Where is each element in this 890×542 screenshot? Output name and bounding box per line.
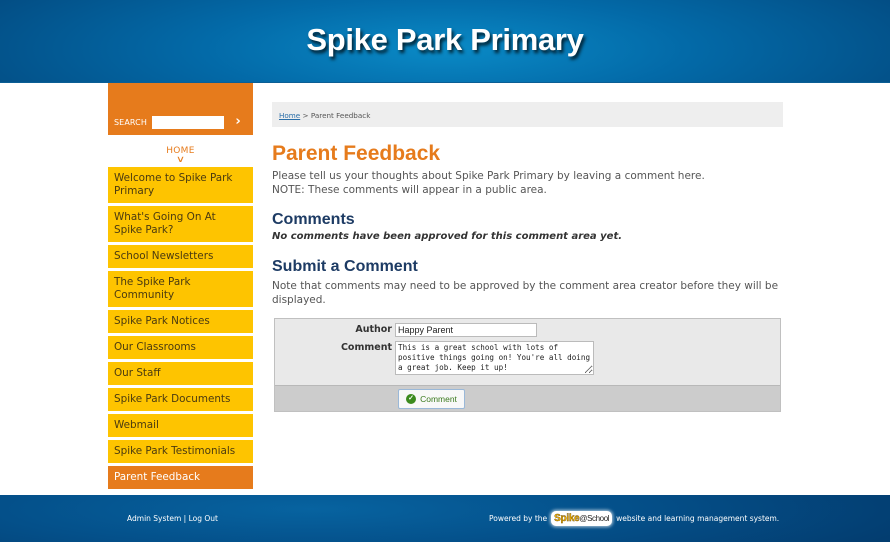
admin-system-link[interactable]: Admin System xyxy=(127,514,181,523)
breadcrumb-current: Parent Feedback xyxy=(310,111,371,120)
footer-links: Admin System | Log Out xyxy=(127,514,218,523)
logo-spike-text: Spike xyxy=(554,512,580,524)
comment-row: Comment This is a great school with lots… xyxy=(275,341,780,375)
sidebar: SEARCH › HOME ∨ Welcome to Spike Park Pr… xyxy=(108,83,253,492)
sidebar-item-notices[interactable]: Spike Park Notices xyxy=(108,310,253,333)
author-row: Author xyxy=(275,323,780,337)
site-footer: Admin System | Log Out Powered by the Sp… xyxy=(0,495,890,542)
submit-note: Note that comments may need to be approv… xyxy=(272,280,779,306)
sidebar-item-parent-feedback[interactable]: Parent Feedback xyxy=(108,466,253,489)
log-out-link[interactable]: Log Out xyxy=(189,514,218,523)
logo-school-text: @School xyxy=(579,513,610,523)
sidebar-item-our-staff[interactable]: Our Staff xyxy=(108,362,253,385)
sidebar-item-school-newsletters[interactable]: School Newsletters xyxy=(108,245,253,268)
spike-at-school-logo[interactable]: Spike @School xyxy=(551,510,613,526)
comments-heading: Comments xyxy=(272,211,355,228)
powered-prefix: Powered by the xyxy=(489,513,548,523)
comment-form: Author Comment This is a great school wi… xyxy=(274,318,781,412)
sidebar-item-testimonials[interactable]: Spike Park Testimonials xyxy=(108,440,253,463)
sidebar-item-whats-going-on[interactable]: What's Going On At Spike Park? xyxy=(108,206,253,242)
main-content: Home > Parent Feedback Parent Feedback P… xyxy=(272,102,783,412)
search-label: SEARCH xyxy=(114,118,147,127)
intro-line-1: Please tell us your thoughts about Spike… xyxy=(272,170,705,182)
submit-comment-heading: Submit a Comment xyxy=(272,258,418,275)
comment-textarea[interactable]: This is a great school with lots of posi… xyxy=(395,341,594,375)
search-box: SEARCH › xyxy=(108,83,253,135)
intro-text: Please tell us your thoughts about Spike… xyxy=(272,169,783,197)
search-input[interactable] xyxy=(152,116,224,129)
form-footer: ✓ Comment xyxy=(275,385,780,411)
breadcrumb: Home > Parent Feedback xyxy=(272,102,783,127)
sidebar-item-documents[interactable]: Spike Park Documents xyxy=(108,388,253,411)
author-label: Author xyxy=(355,324,392,335)
powered-suffix: website and learning management system. xyxy=(616,513,780,523)
no-comments-message: No comments have been approved for this … xyxy=(272,231,623,242)
submit-comment-button[interactable]: ✓ Comment xyxy=(398,389,465,409)
site-title: Spike Park Primary xyxy=(306,22,584,57)
sidebar-item-classrooms[interactable]: Our Classrooms xyxy=(108,336,253,359)
form-body: Author Comment This is a great school wi… xyxy=(275,319,780,385)
comment-label: Comment xyxy=(340,342,392,353)
breadcrumb-home-link[interactable]: Home xyxy=(279,111,300,120)
chevron-down-icon: ∨ xyxy=(175,155,186,165)
footer-separator: | xyxy=(183,514,187,523)
search-submit-chevron-right-icon[interactable]: › xyxy=(232,114,244,130)
intro-line-2: NOTE: These comments will appear in a pu… xyxy=(272,184,547,196)
breadcrumb-separator: > xyxy=(302,111,309,120)
sidebar-item-webmail[interactable]: Webmail xyxy=(108,414,253,437)
sidebar-item-welcome[interactable]: Welcome to Spike Park Primary xyxy=(108,167,253,203)
page-title: Parent Feedback xyxy=(272,142,441,165)
site-header: Spike Park Primary xyxy=(0,0,890,83)
sidebar-nav: Welcome to Spike Park Primary What's Goi… xyxy=(108,167,253,489)
check-circle-icon: ✓ xyxy=(406,394,417,404)
sidebar-item-community[interactable]: The Spike Park Community xyxy=(108,271,253,307)
submit-comment-label: Comment xyxy=(420,394,457,404)
author-input[interactable] xyxy=(395,323,537,337)
powered-by: Powered by the Spike @School website and… xyxy=(489,510,779,526)
